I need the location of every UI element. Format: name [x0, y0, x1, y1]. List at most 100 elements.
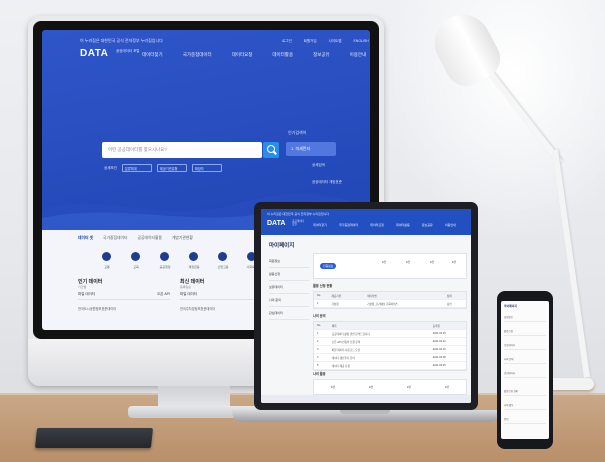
section-title: 나의 활동: [313, 372, 326, 376]
popular-keyword-label: 인기검색어: [288, 130, 307, 135]
nav-item[interactable]: 데이터활용: [396, 223, 410, 227]
table-row[interactable]: 1 공공데이터 활용 관련 문의드립니다 2021.03.15: [314, 330, 466, 338]
table-row[interactable]: 1 기상청 기상청_단기예보 조회서비스 승인: [314, 300, 466, 308]
td: 기상청_단기예보 조회서비스: [367, 302, 398, 306]
nav-item[interactable]: 데이터요청: [232, 52, 253, 58]
main-nav: 데이터찾기 국가중점데이터 데이터요청 데이터활용 정보공유 이용안내: [142, 52, 366, 58]
smartphone: 마이페이지 회원정보 활용신청 보유데이터 나의 문의 관심데이터 활용신청 현…: [497, 291, 553, 449]
td: 3: [317, 348, 319, 351]
phone-list-item[interactable]: 알림: [504, 417, 546, 424]
card-row[interactable]: 파일 데이터 오픈 API: [78, 292, 170, 300]
popular-keyword-select[interactable]: 1. 미세먼지: [286, 142, 336, 156]
tab-national[interactable]: 국가중점데이터: [103, 236, 127, 241]
category-icon[interactable]: [160, 252, 169, 261]
td: 파일 데이터 다운로드 오류: [331, 348, 361, 352]
search-input[interactable]: 어떤 공공데이터를 찾으시나요?: [102, 142, 262, 158]
category-label: 교통: [104, 265, 110, 269]
phone-list-item[interactable]: 보유데이터: [504, 343, 546, 350]
th: 상태: [446, 294, 452, 298]
nav-item[interactable]: 데이터요청: [370, 223, 384, 227]
phone-list-item[interactable]: 회원정보: [504, 315, 546, 322]
td: 2021.03.12: [432, 340, 446, 343]
activity-stat: 0건: [406, 385, 412, 389]
phone-page-title: 마이페이지: [504, 304, 517, 308]
td: 2: [317, 340, 319, 343]
side-menu-item[interactable]: 활용신청: [269, 268, 309, 281]
category-icon[interactable]: [189, 252, 198, 261]
category-icon[interactable]: [218, 252, 227, 261]
th: 제목: [331, 324, 337, 328]
phone-list-item[interactable]: 활용신청: [504, 329, 546, 336]
util-login[interactable]: 로그인: [282, 39, 292, 44]
card-item[interactable]: 전국도시공원정보표준데이터: [78, 306, 170, 311]
nav-item[interactable]: 국가중점데이터: [339, 223, 358, 227]
nav-item[interactable]: 데이터찾기: [142, 52, 163, 58]
phone-list-item[interactable]: 나의 활동: [504, 403, 546, 410]
th: No: [317, 324, 321, 327]
portal-logo[interactable]: DATA: [267, 220, 285, 227]
side-menu-item[interactable]: 보유데이터: [269, 281, 309, 294]
side-menu-item[interactable]: 회원정보: [269, 255, 309, 268]
table-row[interactable]: 4 데이터 갱신주기 문의 2021.03.08: [314, 354, 466, 362]
summary-stat: 0건: [429, 260, 435, 264]
filter-select[interactable]: 분류체계: [121, 164, 152, 172]
card-title: 인기 데이터: [78, 279, 103, 285]
search-button[interactable]: [263, 142, 279, 158]
laptop-screen: 이 누리집은 대한민국 공식 전자정부 누리집입니다 DATA 공공데이터 포털…: [261, 209, 471, 403]
notebook: [34, 428, 154, 448]
laptop-footer: [261, 395, 471, 403]
nav-item[interactable]: 정보공유: [313, 52, 330, 58]
summary-panel: 인증정보 0건 0건 0건 0건: [313, 253, 467, 279]
table-row[interactable]: 5 데이터 제공 요청 2021.03.05: [314, 362, 466, 370]
util-english[interactable]: ENGLISH: [353, 39, 368, 44]
category-icon[interactable]: [131, 252, 140, 261]
category-label: 공공행정: [159, 265, 171, 269]
laptop-notch: [340, 410, 390, 414]
table-row[interactable]: 2 오픈 API 인증키 신청 문의 2021.03.12: [314, 338, 466, 346]
status-badge: 인증정보: [320, 263, 337, 269]
nav-item[interactable]: 이용안내: [350, 52, 367, 58]
portal-logo-sub: 공공데이터 포털: [116, 49, 140, 53]
util-signup[interactable]: 회원가입: [304, 39, 317, 44]
portal-logo-sub: 공공데이터 포털: [292, 220, 304, 226]
td: 5: [317, 364, 319, 367]
util-sitemap[interactable]: 사이트맵: [329, 39, 342, 44]
activity-stat: 0건: [330, 385, 336, 389]
nav-item[interactable]: 데이터찾기: [313, 223, 327, 227]
main-nav: 데이터찾기 국가중점데이터 데이터요청 데이터활용 정보공유 이용안내: [313, 223, 456, 227]
data-tabs: 데이터 셋 국가중점데이터 공공데이터활용 개방기관현황: [78, 236, 193, 241]
activity-stats: 0건 0건 0건 0건: [313, 379, 467, 395]
side-menu-item[interactable]: 나의 문의: [269, 294, 309, 307]
nav-item[interactable]: 정보공유: [422, 223, 433, 227]
nav-item[interactable]: 이용안내: [445, 223, 456, 227]
summary-stat: 0건: [381, 260, 387, 264]
filter-select[interactable]: 확장자: [191, 164, 222, 172]
search-icon-handle: [273, 150, 277, 155]
td: 2021.03.08: [432, 356, 446, 359]
summary-stat: 0건: [405, 260, 411, 264]
filter-select[interactable]: 제공기관유형: [156, 164, 187, 172]
td: 1: [317, 332, 319, 335]
inquiry-table: No 제목 등록일 1 공공데이터 활용 관련 문의드립니다 2021.03.1…: [313, 321, 467, 371]
nav-item[interactable]: 데이터활용: [272, 52, 293, 58]
portal-logo[interactable]: DATA: [80, 48, 108, 59]
advanced-search-link[interactable]: 상세검색: [312, 163, 325, 168]
card-row-value: 오픈 API: [156, 292, 170, 296]
phone-list-item[interactable]: 관심데이터: [504, 371, 546, 378]
th: 데이터명: [367, 294, 377, 298]
phone-list-item[interactable]: 나의 문의: [504, 357, 546, 364]
phone-list-item[interactable]: 활용신청 현황: [504, 389, 546, 396]
side-menu-item[interactable]: 관심데이터: [269, 307, 309, 320]
tab-agency[interactable]: 개방기관현황: [172, 236, 193, 241]
usage-table: No 제공기관 데이터명 상태 1 기상청 기상청_단기예보 조회서비스 승인: [313, 291, 467, 309]
table-header: No 제목 등록일: [314, 322, 466, 330]
tab-dataset[interactable]: 데이터 셋: [78, 236, 93, 241]
table-row[interactable]: 3 파일 데이터 다운로드 오류 2021.03.10: [314, 346, 466, 354]
nav-item[interactable]: 국가중점데이터: [183, 52, 212, 58]
category-icon[interactable]: [102, 252, 111, 261]
tab-usage[interactable]: 공공데이터활용: [137, 236, 161, 241]
mypage-side-menu: 회원정보 활용신청 보유데이터 나의 문의 관심데이터: [269, 255, 309, 320]
laptop-header: 이 누리집은 대한민국 공식 전자정부 누리집입니다 DATA 공공데이터 포털…: [261, 209, 471, 235]
filter-label: 상세조건: [104, 165, 117, 170]
page-title: 마이페이지: [269, 243, 295, 249]
